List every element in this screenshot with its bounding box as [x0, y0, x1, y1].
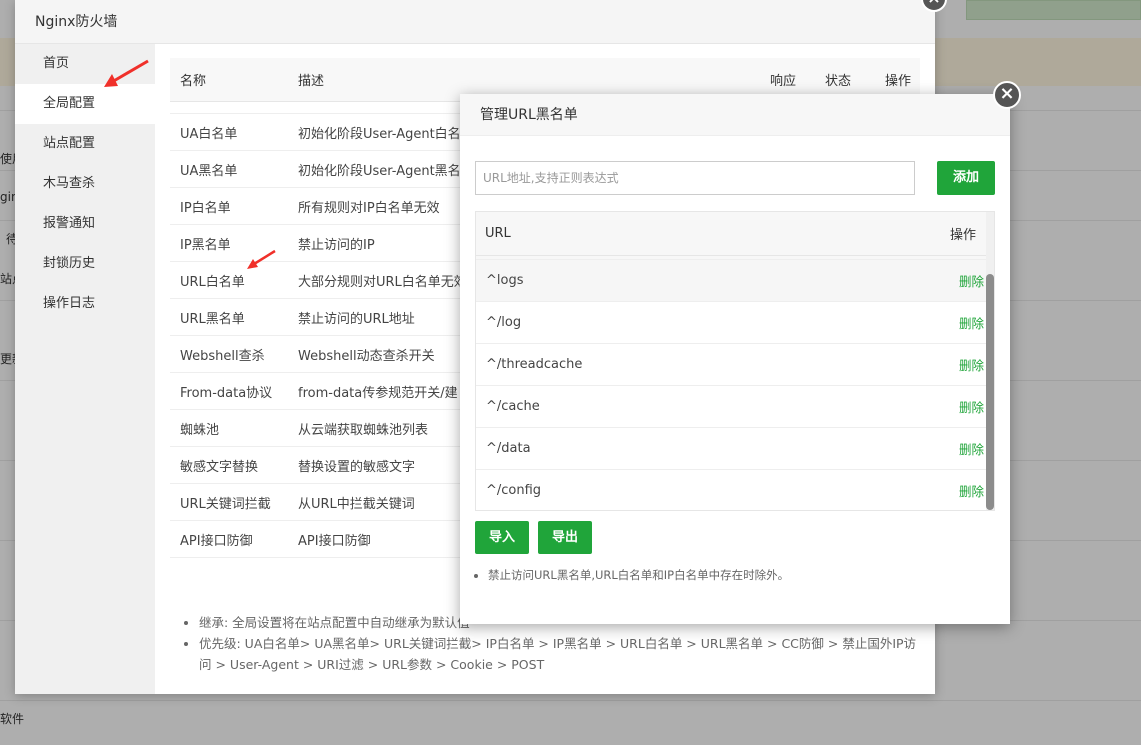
dialog-title: 管理URL黑名单: [460, 94, 1010, 136]
rule-name: API接口防御: [180, 533, 253, 549]
url-note-list: 禁止访问URL黑名单,URL白名单和IP白名单中存在时除外。: [488, 567, 789, 583]
rule-name: 敏感文字替换: [180, 459, 259, 475]
url-value: ^/log: [486, 315, 522, 330]
delete-link[interactable]: 删除: [959, 313, 984, 332]
header-op: 操作: [949, 228, 976, 243]
rule-name: URL白名单: [180, 274, 245, 290]
rule-name: UA白名单: [180, 126, 238, 142]
url-blacklist-dialog: 管理URL黑名单 × 添加 URL 操作 ^logs删除^/log删除^/thr…: [460, 81, 1021, 624]
url-row: ^/data 删除: [476, 428, 994, 470]
rule-name: UA黑名单: [180, 163, 238, 179]
side-menu-item-alert-notice[interactable]: 报警通知: [15, 204, 155, 244]
url-value: ^logs: [486, 273, 524, 288]
url-value: ^/data: [486, 441, 531, 456]
dialog-title: Nginx防火墙: [15, 0, 935, 44]
url-row: ^/cache 删除: [476, 386, 994, 428]
add-button[interactable]: 添加: [937, 161, 995, 195]
url-value: ^/cache: [486, 399, 540, 414]
url-input[interactable]: [475, 161, 915, 195]
url-row: ^/config 删除: [476, 470, 994, 510]
header-desc: 描述: [298, 74, 325, 89]
side-menu-item-global-config[interactable]: 全局配置: [15, 84, 155, 124]
header-op: 操作: [885, 74, 912, 89]
close-icon[interactable]: ×: [993, 81, 1021, 109]
rule-name: URL黑名单: [180, 311, 245, 327]
header-status: 状态: [825, 74, 852, 89]
url-row: ^logs 删除: [476, 260, 994, 302]
delete-link[interactable]: 删除: [959, 397, 984, 416]
export-button[interactable]: 导出: [538, 521, 592, 554]
delete-link[interactable]: 删除: [959, 355, 984, 374]
rule-name: Webshell查杀: [180, 348, 265, 364]
url-table: URL 操作 ^logs 删除 ^/log 删除 ^/threadcache 删除 ^/ca…: [475, 211, 995, 511]
note-item: 优先级: UA白名单> UA黑名单> URL关键词拦截> IP白名单 > IP黑…: [199, 633, 925, 675]
rule-name: From-data协议: [180, 385, 273, 401]
header-resp: 响应: [770, 74, 797, 89]
red-arrow-annotation: [247, 249, 276, 269]
url-value: ^/config: [486, 483, 542, 498]
scrollbar-thumb[interactable]: [986, 274, 994, 510]
side-menu-item-trojan-scan[interactable]: 木马查杀: [15, 164, 155, 204]
rule-name: URL关键词拦截: [180, 496, 271, 512]
header-name: 名称: [180, 74, 207, 89]
url-row: ^/log 删除: [476, 302, 994, 344]
side-menu: 首页 全局配置 站点配置 木马查杀 报警通知 封锁历史 操作日志: [15, 44, 155, 694]
side-menu-item-operation-log[interactable]: 操作日志: [15, 284, 155, 324]
url-table-body: ^logs 删除 ^/log 删除 ^/threadcache 删除 ^/cache 删除 ^/…: [476, 260, 994, 510]
delete-link[interactable]: 删除: [959, 271, 984, 290]
url-note: 禁止访问URL黑名单,URL白名单和IP白名单中存在时除外。: [488, 567, 789, 583]
delete-link[interactable]: 删除: [959, 481, 984, 500]
url-table-header: URL 操作: [476, 212, 994, 256]
delete-link[interactable]: 删除: [959, 439, 984, 458]
import-button[interactable]: 导入: [475, 521, 529, 554]
url-value: ^/threadcache: [486, 357, 583, 372]
side-menu-item-site-config[interactable]: 站点配置: [15, 124, 155, 164]
red-arrow-annotation: [104, 59, 149, 87]
rule-name: IP白名单: [180, 200, 231, 216]
url-row: ^/threadcache 删除: [476, 344, 994, 386]
header-url: URL: [485, 226, 511, 241]
side-menu-item-block-history[interactable]: 封锁历史: [15, 244, 155, 284]
rule-name: 蜘蛛池: [180, 422, 220, 438]
